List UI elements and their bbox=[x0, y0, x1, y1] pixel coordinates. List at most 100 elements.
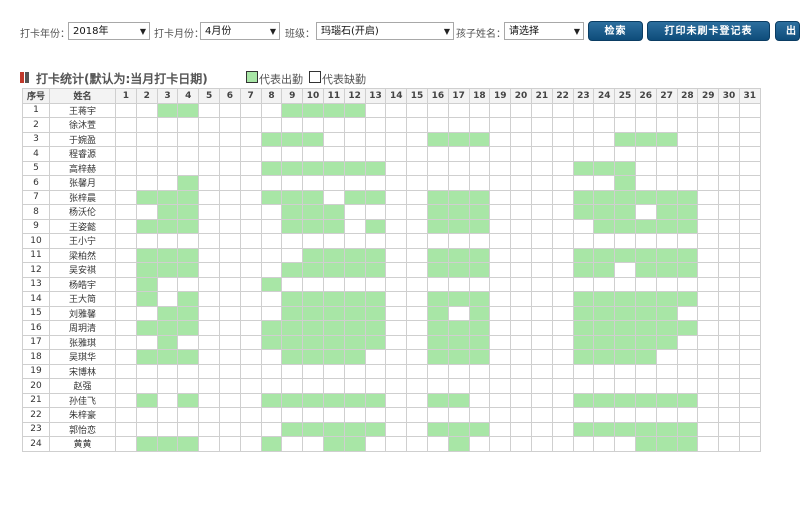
day-cell-present bbox=[281, 392, 304, 408]
day-cell-absent bbox=[676, 363, 699, 379]
table-row: 23 郭怡恋 bbox=[22, 421, 761, 437]
student-name: 黄黄 bbox=[49, 436, 116, 452]
day-cell-absent bbox=[510, 102, 532, 118]
day-cell-present bbox=[468, 421, 491, 437]
day-cell-absent bbox=[115, 131, 137, 147]
day-cell-present bbox=[302, 189, 324, 205]
day-cell-absent bbox=[738, 102, 761, 118]
student-name: 杨皓宇 bbox=[49, 276, 116, 292]
day-cell-absent bbox=[406, 160, 428, 176]
day-cell-present bbox=[343, 247, 366, 263]
day-cell-present bbox=[322, 436, 345, 452]
day-cell-absent bbox=[260, 291, 283, 307]
day-cell-absent bbox=[302, 363, 324, 379]
day-cell-present bbox=[177, 102, 200, 118]
day-cell-absent bbox=[593, 363, 616, 379]
day-cell-absent bbox=[260, 146, 283, 162]
day-cell-present bbox=[322, 204, 345, 220]
row-index: 9 bbox=[22, 218, 50, 234]
student-name: 杨沃伦 bbox=[49, 204, 116, 220]
day-cell-absent bbox=[489, 160, 512, 176]
day-cell-absent bbox=[364, 407, 387, 423]
row-index: 11 bbox=[22, 247, 50, 263]
day-cell-present bbox=[447, 349, 470, 365]
day-cell-absent bbox=[115, 421, 137, 437]
day-cell-present bbox=[655, 392, 678, 408]
day-cell-present bbox=[135, 392, 158, 408]
day-cell-present bbox=[655, 320, 678, 336]
table-row: 8 杨沃伦 bbox=[22, 204, 761, 220]
day-cell-absent bbox=[530, 378, 553, 394]
student-name: 郭怡恋 bbox=[49, 421, 116, 437]
day-cell-present bbox=[634, 247, 657, 263]
day-cell-present bbox=[135, 276, 158, 292]
day-cell-absent bbox=[738, 378, 761, 394]
month-select[interactable]: 4月份 ▼ bbox=[200, 22, 280, 40]
day-cell-absent bbox=[697, 102, 720, 118]
day-cell-absent bbox=[406, 407, 428, 423]
day-cell-absent bbox=[385, 407, 408, 423]
section-marker-icon bbox=[20, 72, 30, 83]
day-cell-present bbox=[676, 247, 699, 263]
day-cell-absent bbox=[115, 276, 137, 292]
day-cell-present bbox=[364, 160, 387, 176]
day-cell-absent bbox=[551, 421, 574, 437]
table-row: 2 徐沐萱 bbox=[22, 117, 761, 133]
day-cell-present bbox=[364, 291, 387, 307]
day-cell-absent bbox=[385, 363, 408, 379]
header-day: 30 bbox=[718, 88, 740, 104]
search-button[interactable]: 检索 bbox=[588, 21, 643, 41]
day-cell-absent bbox=[697, 276, 720, 292]
day-cell-absent bbox=[530, 131, 553, 147]
day-cell-absent bbox=[177, 421, 200, 437]
export-button[interactable]: 出 bbox=[775, 21, 800, 41]
day-cell-absent bbox=[697, 436, 720, 452]
day-cell-absent bbox=[115, 291, 137, 307]
day-cell-present bbox=[572, 189, 595, 205]
day-cell-present bbox=[281, 218, 304, 234]
day-cell-present bbox=[281, 160, 304, 176]
day-cell-absent bbox=[177, 363, 200, 379]
day-cell-absent bbox=[738, 160, 761, 176]
day-cell-present bbox=[468, 320, 491, 336]
row-index: 16 bbox=[22, 320, 50, 336]
table-row: 9 王姿懿 bbox=[22, 218, 761, 234]
day-cell-present bbox=[281, 189, 304, 205]
day-cell-absent bbox=[406, 276, 428, 292]
day-cell-absent bbox=[655, 175, 678, 191]
day-cell-present bbox=[593, 160, 616, 176]
day-cell-absent bbox=[593, 102, 616, 118]
day-cell-absent bbox=[718, 218, 740, 234]
day-cell-present bbox=[302, 204, 324, 220]
day-cell-absent bbox=[385, 305, 408, 321]
print-unswiped-button[interactable]: 打印未刷卡登记表 bbox=[647, 21, 770, 41]
day-cell-present bbox=[634, 334, 657, 350]
class-select[interactable]: 玛瑙石(开启) ▼ bbox=[316, 22, 454, 40]
day-cell-absent bbox=[218, 262, 241, 278]
day-cell-absent bbox=[738, 262, 761, 278]
day-cell-absent bbox=[489, 349, 512, 365]
day-cell-present bbox=[468, 189, 491, 205]
day-cell-absent bbox=[697, 349, 720, 365]
day-cell-present bbox=[177, 436, 200, 452]
legend-present-swatch bbox=[246, 71, 258, 83]
year-select[interactable]: 2018年 ▼ bbox=[68, 22, 150, 40]
day-cell-present bbox=[447, 436, 470, 452]
day-cell-present bbox=[447, 392, 470, 408]
day-cell-absent bbox=[489, 233, 512, 249]
day-cell-present bbox=[343, 189, 366, 205]
day-cell-absent bbox=[135, 233, 158, 249]
day-cell-absent bbox=[468, 407, 491, 423]
day-cell-absent bbox=[468, 102, 491, 118]
day-cell-present bbox=[135, 320, 158, 336]
day-cell-present bbox=[593, 392, 616, 408]
day-cell-absent bbox=[364, 363, 387, 379]
child-select[interactable]: 请选择 ▼ bbox=[504, 22, 584, 40]
day-cell-absent bbox=[406, 378, 428, 394]
day-cell-absent bbox=[510, 276, 532, 292]
day-cell-absent bbox=[718, 421, 740, 437]
day-cell-absent bbox=[530, 146, 553, 162]
day-cell-absent bbox=[655, 233, 678, 249]
day-cell-absent bbox=[697, 218, 720, 234]
day-cell-present bbox=[468, 305, 491, 321]
